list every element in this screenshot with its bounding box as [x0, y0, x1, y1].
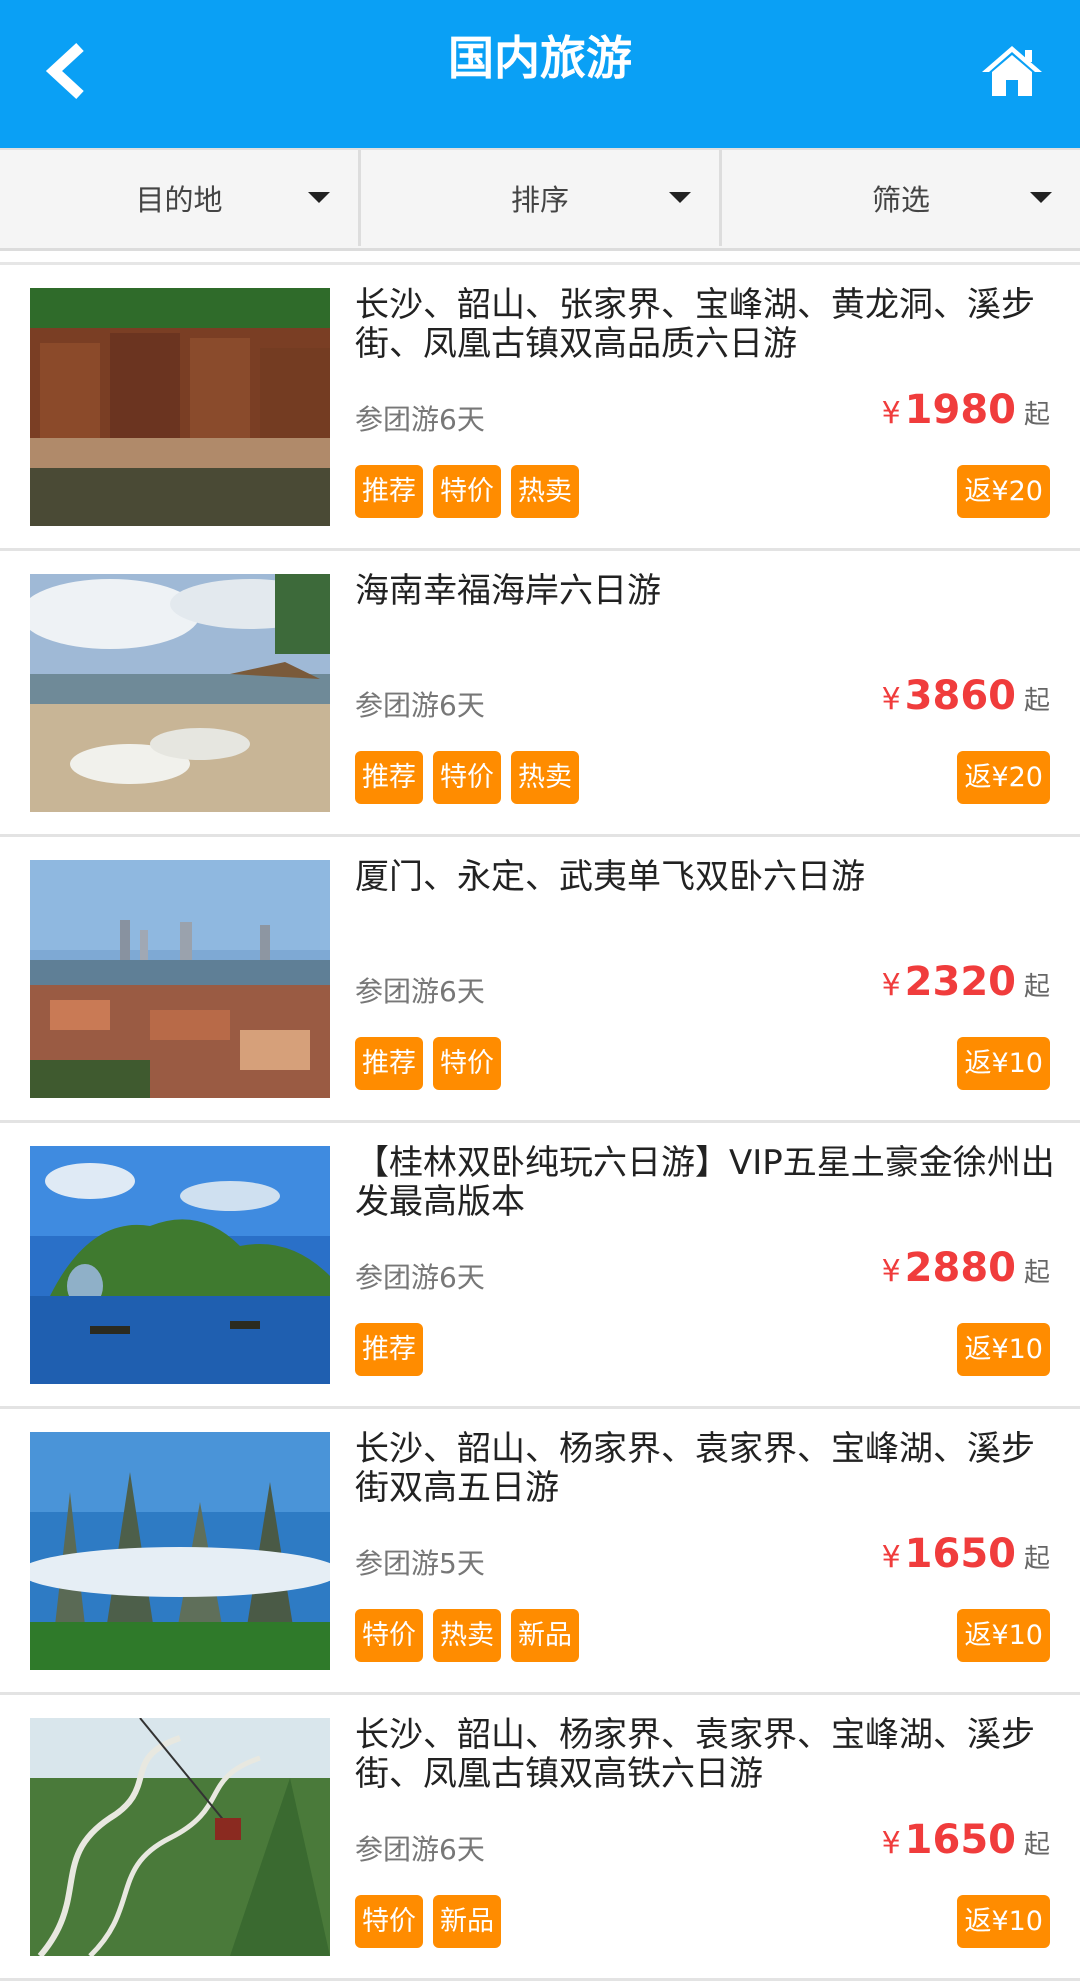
- tour-duration: 参团游6天: [355, 975, 485, 1008]
- caret-down-icon: [308, 192, 330, 203]
- price-suffix: 起: [1023, 1258, 1050, 1288]
- tag-badge: 特价: [433, 1037, 501, 1090]
- filter-bar: 目的地 排序 筛选: [0, 148, 1080, 251]
- tag-badge: 热卖: [511, 751, 579, 804]
- tour-title: 长沙、韶山、杨家界、袁家界、宝峰湖、溪步街双高五日游: [355, 1429, 1035, 1508]
- tour-thumbnail[interactable]: [30, 860, 330, 1098]
- currency-symbol: ¥: [881, 1826, 901, 1861]
- price-amount: 1650: [904, 1817, 1016, 1863]
- tour-thumbnail[interactable]: [30, 1718, 330, 1956]
- tag-badge: 新品: [511, 1609, 579, 1662]
- list-item[interactable]: 海南幸福海岸六日游 参团游6天 ¥ 3860 起 推荐 特价 热卖 返¥20: [0, 551, 1080, 837]
- tag-list: 特价 热卖 新品: [355, 1609, 589, 1662]
- home-button[interactable]: [962, 26, 1062, 116]
- tour-title: 厦门、永定、武夷单飞双卧六日游: [355, 857, 865, 897]
- list-item[interactable]: 厦门、永定、武夷单飞双卧六日游 参团游6天 ¥ 2320 起 推荐 特价 返¥1…: [0, 837, 1080, 1123]
- filter-filter[interactable]: 筛选: [722, 150, 1080, 246]
- price-suffix: 起: [1023, 1544, 1050, 1574]
- rebate-badge: 返¥10: [957, 1323, 1050, 1376]
- rebate-badge: 返¥20: [957, 751, 1050, 804]
- tag-badge: 特价: [433, 751, 501, 804]
- list-item[interactable]: 长沙、韶山、张家界、宝峰湖、黄龙洞、溪步街、凤凰古镇双高品质六日游 参团游6天 …: [0, 265, 1080, 551]
- price-amount: 1650: [904, 1531, 1016, 1577]
- rebate-badge: 返¥20: [957, 465, 1050, 518]
- tour-duration: 参团游6天: [355, 403, 485, 436]
- price-suffix: 起: [1023, 1830, 1050, 1860]
- currency-symbol: ¥: [881, 1254, 901, 1289]
- price-suffix: 起: [1023, 972, 1050, 1002]
- tour-title: 海南幸福海岸六日游: [355, 571, 661, 611]
- tag-badge: 热卖: [511, 465, 579, 518]
- tour-price: ¥ 2320 起: [882, 959, 1050, 1005]
- tag-badge: 特价: [355, 1895, 423, 1948]
- currency-symbol: ¥: [881, 682, 901, 717]
- tour-price: ¥ 1650 起: [882, 1817, 1050, 1863]
- price-suffix: 起: [1023, 400, 1050, 430]
- tour-thumbnail[interactable]: [30, 1146, 330, 1384]
- list-item[interactable]: 长沙、韶山、杨家界、袁家界、宝峰湖、溪步街、凤凰古镇双高铁六日游 参团游6天 ¥…: [0, 1695, 1080, 1981]
- price-amount: 2320: [904, 959, 1016, 1005]
- tour-duration: 参团游6天: [355, 1833, 485, 1866]
- tag-badge: 推荐: [355, 751, 423, 804]
- caret-down-icon: [669, 192, 691, 203]
- tag-list: 推荐 特价 热卖: [355, 751, 589, 804]
- tag-badge: 推荐: [355, 465, 423, 518]
- back-button[interactable]: [22, 26, 112, 116]
- caret-down-icon: [1030, 192, 1052, 203]
- list-item[interactable]: 长沙、韶山、杨家界、袁家界、宝峰湖、溪步街双高五日游 参团游5天 ¥ 1650 …: [0, 1409, 1080, 1695]
- list-item[interactable]: 【桂林双卧纯玩六日游】VIP五星土豪金徐州出发最高版本 参团游6天 ¥ 2880…: [0, 1123, 1080, 1409]
- app-header: 国内旅游: [0, 0, 1080, 148]
- price-amount: 3860: [904, 673, 1016, 719]
- tour-price: ¥ 3860 起: [882, 673, 1050, 719]
- tag-list: 推荐: [355, 1323, 433, 1376]
- tag-list: 特价 新品: [355, 1895, 511, 1948]
- currency-symbol: ¥: [881, 1540, 901, 1575]
- tour-thumbnail[interactable]: [30, 288, 330, 526]
- filter-filter-label: 筛选: [871, 183, 930, 217]
- tag-badge: 新品: [433, 1895, 501, 1948]
- price-amount: 1980: [904, 387, 1016, 433]
- filter-destination[interactable]: 目的地: [0, 150, 361, 246]
- tour-price: ¥ 1650 起: [882, 1531, 1050, 1577]
- currency-symbol: ¥: [881, 396, 901, 431]
- home-icon: [982, 46, 1042, 96]
- tag-list: 推荐 特价: [355, 1037, 511, 1090]
- tag-badge: 特价: [433, 465, 501, 518]
- filter-destination-label: 目的地: [135, 183, 223, 217]
- chevron-left-icon: [45, 42, 84, 100]
- tag-badge: 推荐: [355, 1037, 423, 1090]
- tag-list: 推荐 特价 热卖: [355, 465, 589, 518]
- currency-symbol: ¥: [881, 968, 901, 1003]
- tour-list: 长沙、韶山、张家界、宝峰湖、黄龙洞、溪步街、凤凰古镇双高品质六日游 参团游6天 …: [0, 262, 1080, 1981]
- price-amount: 2880: [904, 1245, 1016, 1291]
- tour-thumbnail[interactable]: [30, 1432, 330, 1670]
- tour-title: 长沙、韶山、张家界、宝峰湖、黄龙洞、溪步街、凤凰古镇双高品质六日游: [355, 285, 1035, 364]
- tag-badge: 特价: [355, 1609, 423, 1662]
- tour-duration: 参团游6天: [355, 689, 485, 722]
- rebate-badge: 返¥10: [957, 1609, 1050, 1662]
- tour-title: 【桂林双卧纯玩六日游】VIP五星土豪金徐州出发最高版本: [355, 1143, 1055, 1222]
- price-suffix: 起: [1023, 686, 1050, 716]
- filter-sort-label: 排序: [510, 183, 569, 217]
- rebate-badge: 返¥10: [957, 1037, 1050, 1090]
- filter-sort[interactable]: 排序: [361, 150, 722, 246]
- tour-thumbnail[interactable]: [30, 574, 330, 812]
- rebate-badge: 返¥10: [957, 1895, 1050, 1948]
- tour-duration: 参团游5天: [355, 1547, 485, 1580]
- tag-badge: 热卖: [433, 1609, 501, 1662]
- tour-title: 长沙、韶山、杨家界、袁家界、宝峰湖、溪步街、凤凰古镇双高铁六日游: [355, 1715, 1035, 1794]
- tour-price: ¥ 1980 起: [882, 387, 1050, 433]
- page-title: 国内旅游: [448, 31, 632, 85]
- tour-price: ¥ 2880 起: [882, 1245, 1050, 1291]
- tag-badge: 推荐: [355, 1323, 423, 1376]
- tour-duration: 参团游6天: [355, 1261, 485, 1294]
